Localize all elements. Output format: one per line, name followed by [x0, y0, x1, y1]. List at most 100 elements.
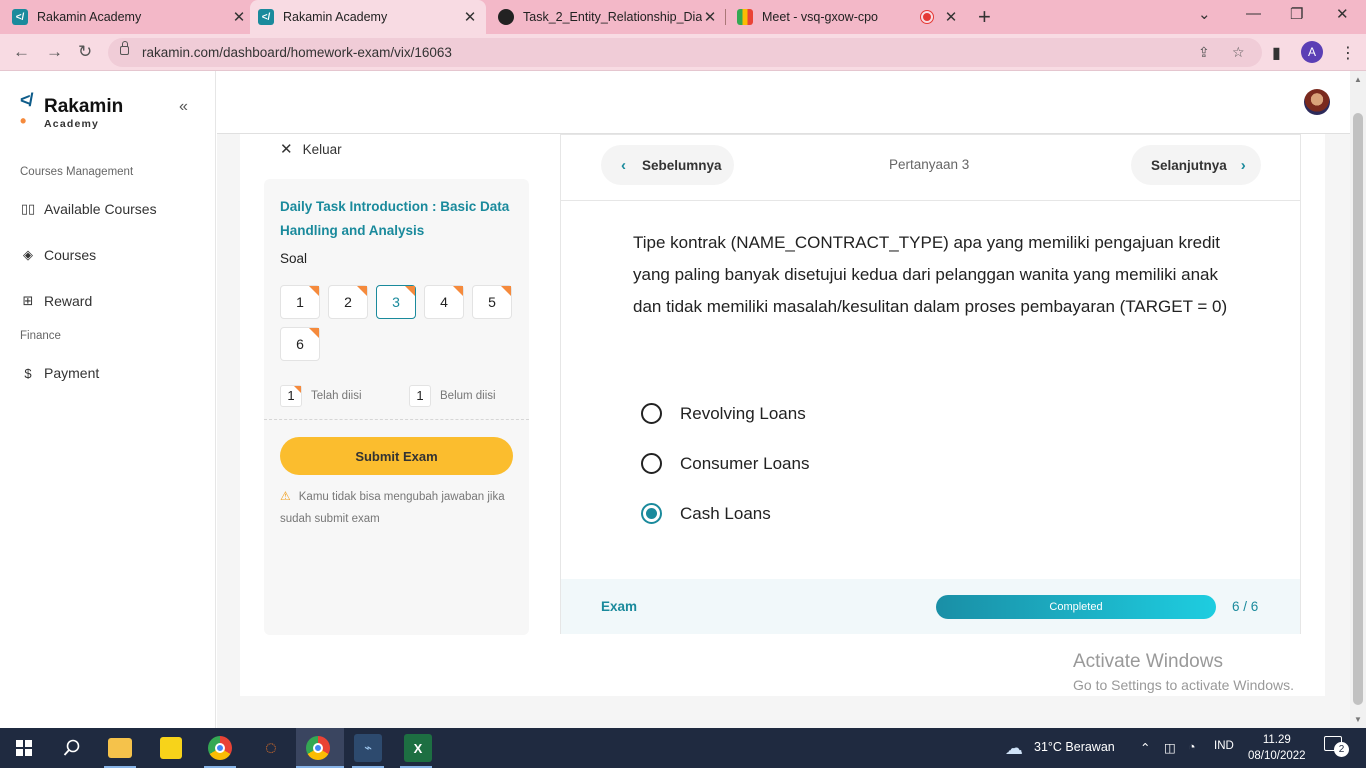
- logo-name: Rakamin: [44, 96, 124, 117]
- file-explorer-icon[interactable]: [108, 738, 132, 758]
- taskbar-clock[interactable]: 11.29 08/10/2022: [1248, 732, 1306, 764]
- sticky-notes-icon[interactable]: [160, 737, 182, 759]
- page-scrollbar[interactable]: ▲ ▼: [1350, 71, 1366, 728]
- close-tab-icon[interactable]: ✕: [231, 8, 247, 26]
- sidebar-item-available-courses[interactable]: ▯▯ Available Courses: [20, 201, 157, 217]
- answer-option-cash-loans[interactable]: Cash Loans: [641, 503, 771, 524]
- new-tab-icon[interactable]: +: [978, 4, 991, 30]
- progress-bar: Completed: [936, 595, 1216, 619]
- back-icon[interactable]: ←: [13, 42, 30, 62]
- mysql-workbench-icon[interactable]: ⌁: [354, 734, 382, 762]
- question-number: 3: [392, 294, 400, 310]
- close-tab-icon[interactable]: ✕: [462, 8, 478, 26]
- logo-sub: Academy: [44, 118, 100, 130]
- notifications-icon[interactable]: 2: [1324, 736, 1349, 757]
- notification-count: 2: [1334, 742, 1349, 757]
- sidebar-item-label: Available Courses: [44, 201, 157, 217]
- network-icon[interactable]: ◔: [1188, 740, 1196, 754]
- answer-option-consumer-loans[interactable]: Consumer Loans: [641, 453, 809, 474]
- radio-button[interactable]: [641, 453, 662, 474]
- sidebar-item-payment[interactable]: $ Payment: [20, 365, 99, 381]
- scrollbar-thumb[interactable]: [1353, 113, 1363, 705]
- activate-windows-watermark: Activate Windows Go to Settings to activ…: [1073, 651, 1294, 693]
- meet-tray-icon[interactable]: ◫: [1164, 740, 1176, 755]
- browser-tab[interactable]: Meet - vsq-gxow-cpo ✕: [737, 0, 959, 34]
- option-label: Consumer Loans: [680, 453, 810, 473]
- scroll-down-icon[interactable]: ▼: [1354, 715, 1362, 724]
- next-button[interactable]: Selanjutnya ›: [1131, 145, 1261, 185]
- minimize-icon[interactable]: —: [1246, 5, 1261, 22]
- windows-start-icon[interactable]: [10, 734, 38, 762]
- reload-icon[interactable]: ↻: [78, 42, 92, 62]
- sidebar-item-label: Reward: [44, 293, 93, 309]
- progress-label: Completed: [1049, 601, 1103, 613]
- submit-exam-button[interactable]: Submit Exam: [280, 437, 513, 475]
- legend-marker: [294, 386, 301, 393]
- lock-icon[interactable]: [120, 41, 129, 55]
- tab-search-icon[interactable]: ⌄: [1198, 5, 1211, 23]
- exit-label: Keluar: [302, 141, 342, 157]
- windows-taskbar: ◌ ⌁ X ☁ 31°C Berawan ⌃ ◫ ◔ IND 11.29 08/…: [0, 728, 1366, 768]
- unanswered-marker: [309, 286, 319, 296]
- language-indicator[interactable]: IND: [1214, 740, 1234, 752]
- weather-cloud-icon[interactable]: ☁: [1000, 734, 1028, 762]
- browser-tab[interactable]: </ Rakamin Academy ✕: [12, 0, 247, 34]
- forward-icon[interactable]: →: [46, 42, 63, 62]
- side-panel-icon[interactable]: ▮: [1272, 43, 1281, 63]
- browser-tab[interactable]: Task_2_Entity_Relationship_Diagr ✕: [498, 0, 718, 34]
- sidebar-item-reward[interactable]: ⊞ Reward: [20, 293, 93, 309]
- sidebar-item-courses[interactable]: ◈ Courses: [20, 247, 96, 263]
- user-avatar[interactable]: [1304, 89, 1330, 115]
- question-button-4[interactable]: 4: [424, 285, 464, 319]
- rakamin-icon: </: [258, 9, 274, 25]
- soal-label: Soal: [280, 251, 308, 266]
- watermark-line1: Activate Windows: [1073, 651, 1223, 672]
- weather-text[interactable]: 31°C Berawan: [1034, 740, 1115, 754]
- share-icon[interactable]: ⇪: [1198, 44, 1210, 61]
- browser-tab-bar: </ Rakamin Academy ✕ </ Rakamin Academy …: [0, 0, 1366, 34]
- question-number: 6: [296, 336, 304, 352]
- unanswered-marker: [309, 328, 319, 338]
- radio-button[interactable]: [641, 403, 662, 424]
- sidebar: </• Rakamin Academy « Courses Management…: [0, 71, 216, 728]
- chrome-icon[interactable]: [208, 736, 232, 760]
- exit-button[interactable]: ✕ Keluar: [280, 140, 342, 158]
- question-button-6[interactable]: 6: [280, 327, 320, 361]
- previous-button[interactable]: ‹ Sebelumnya: [601, 145, 734, 185]
- search-icon[interactable]: [58, 734, 86, 762]
- option-label: Cash Loans: [680, 503, 771, 523]
- bookmark-star-icon[interactable]: ☆: [1232, 44, 1245, 61]
- jupyter-icon[interactable]: ◌: [257, 734, 285, 762]
- question-number: 5: [488, 294, 496, 310]
- radio-button-selected[interactable]: [641, 503, 662, 524]
- address-bar[interactable]: rakamin.com/dashboard/homework-exam/vix/…: [108, 38, 1262, 67]
- chevron-right-icon: ›: [1240, 156, 1246, 174]
- close-tab-icon[interactable]: ✕: [702, 8, 718, 26]
- answer-option-revolving-loans[interactable]: Revolving Loans: [641, 403, 806, 424]
- question-button-5[interactable]: 5: [472, 285, 512, 319]
- browser-tab-active[interactable]: </ Rakamin Academy ✕: [250, 0, 486, 34]
- url-text[interactable]: rakamin.com/dashboard/homework-exam/vix/…: [142, 45, 452, 60]
- graduation-cap-icon: ◈: [23, 247, 33, 262]
- question-button-1[interactable]: 1: [280, 285, 320, 319]
- close-tab-icon[interactable]: ✕: [943, 8, 959, 26]
- top-bar: [217, 71, 1350, 134]
- tab-title: Meet - vsq-gxow-cpo: [762, 10, 879, 24]
- profile-avatar[interactable]: A: [1301, 41, 1323, 63]
- chrome-profile-icon[interactable]: [306, 736, 330, 760]
- excel-icon[interactable]: X: [404, 734, 432, 762]
- scroll-up-icon[interactable]: ▲: [1354, 75, 1362, 84]
- close-window-icon[interactable]: ✕: [1336, 5, 1349, 23]
- menu-kebab-icon[interactable]: ⋮: [1340, 43, 1356, 63]
- book-open-icon: ▯▯: [20, 201, 36, 216]
- question-button-2[interactable]: 2: [328, 285, 368, 319]
- watermark-line2: Go to Settings to activate Windows.: [1073, 677, 1294, 693]
- collapse-sidebar-icon[interactable]: «: [179, 98, 188, 116]
- restore-icon[interactable]: ❐: [1290, 5, 1303, 23]
- legend-unanswered-count: 1: [409, 385, 431, 407]
- question-number: 4: [440, 294, 448, 310]
- question-nav: ‹ Sebelumnya Pertanyaan 3 Selanjutnya ›: [561, 135, 1300, 201]
- tab-title: Rakamin Academy: [37, 10, 142, 24]
- question-button-3[interactable]: 3: [376, 285, 416, 319]
- chevron-up-icon[interactable]: ⌃: [1140, 740, 1150, 755]
